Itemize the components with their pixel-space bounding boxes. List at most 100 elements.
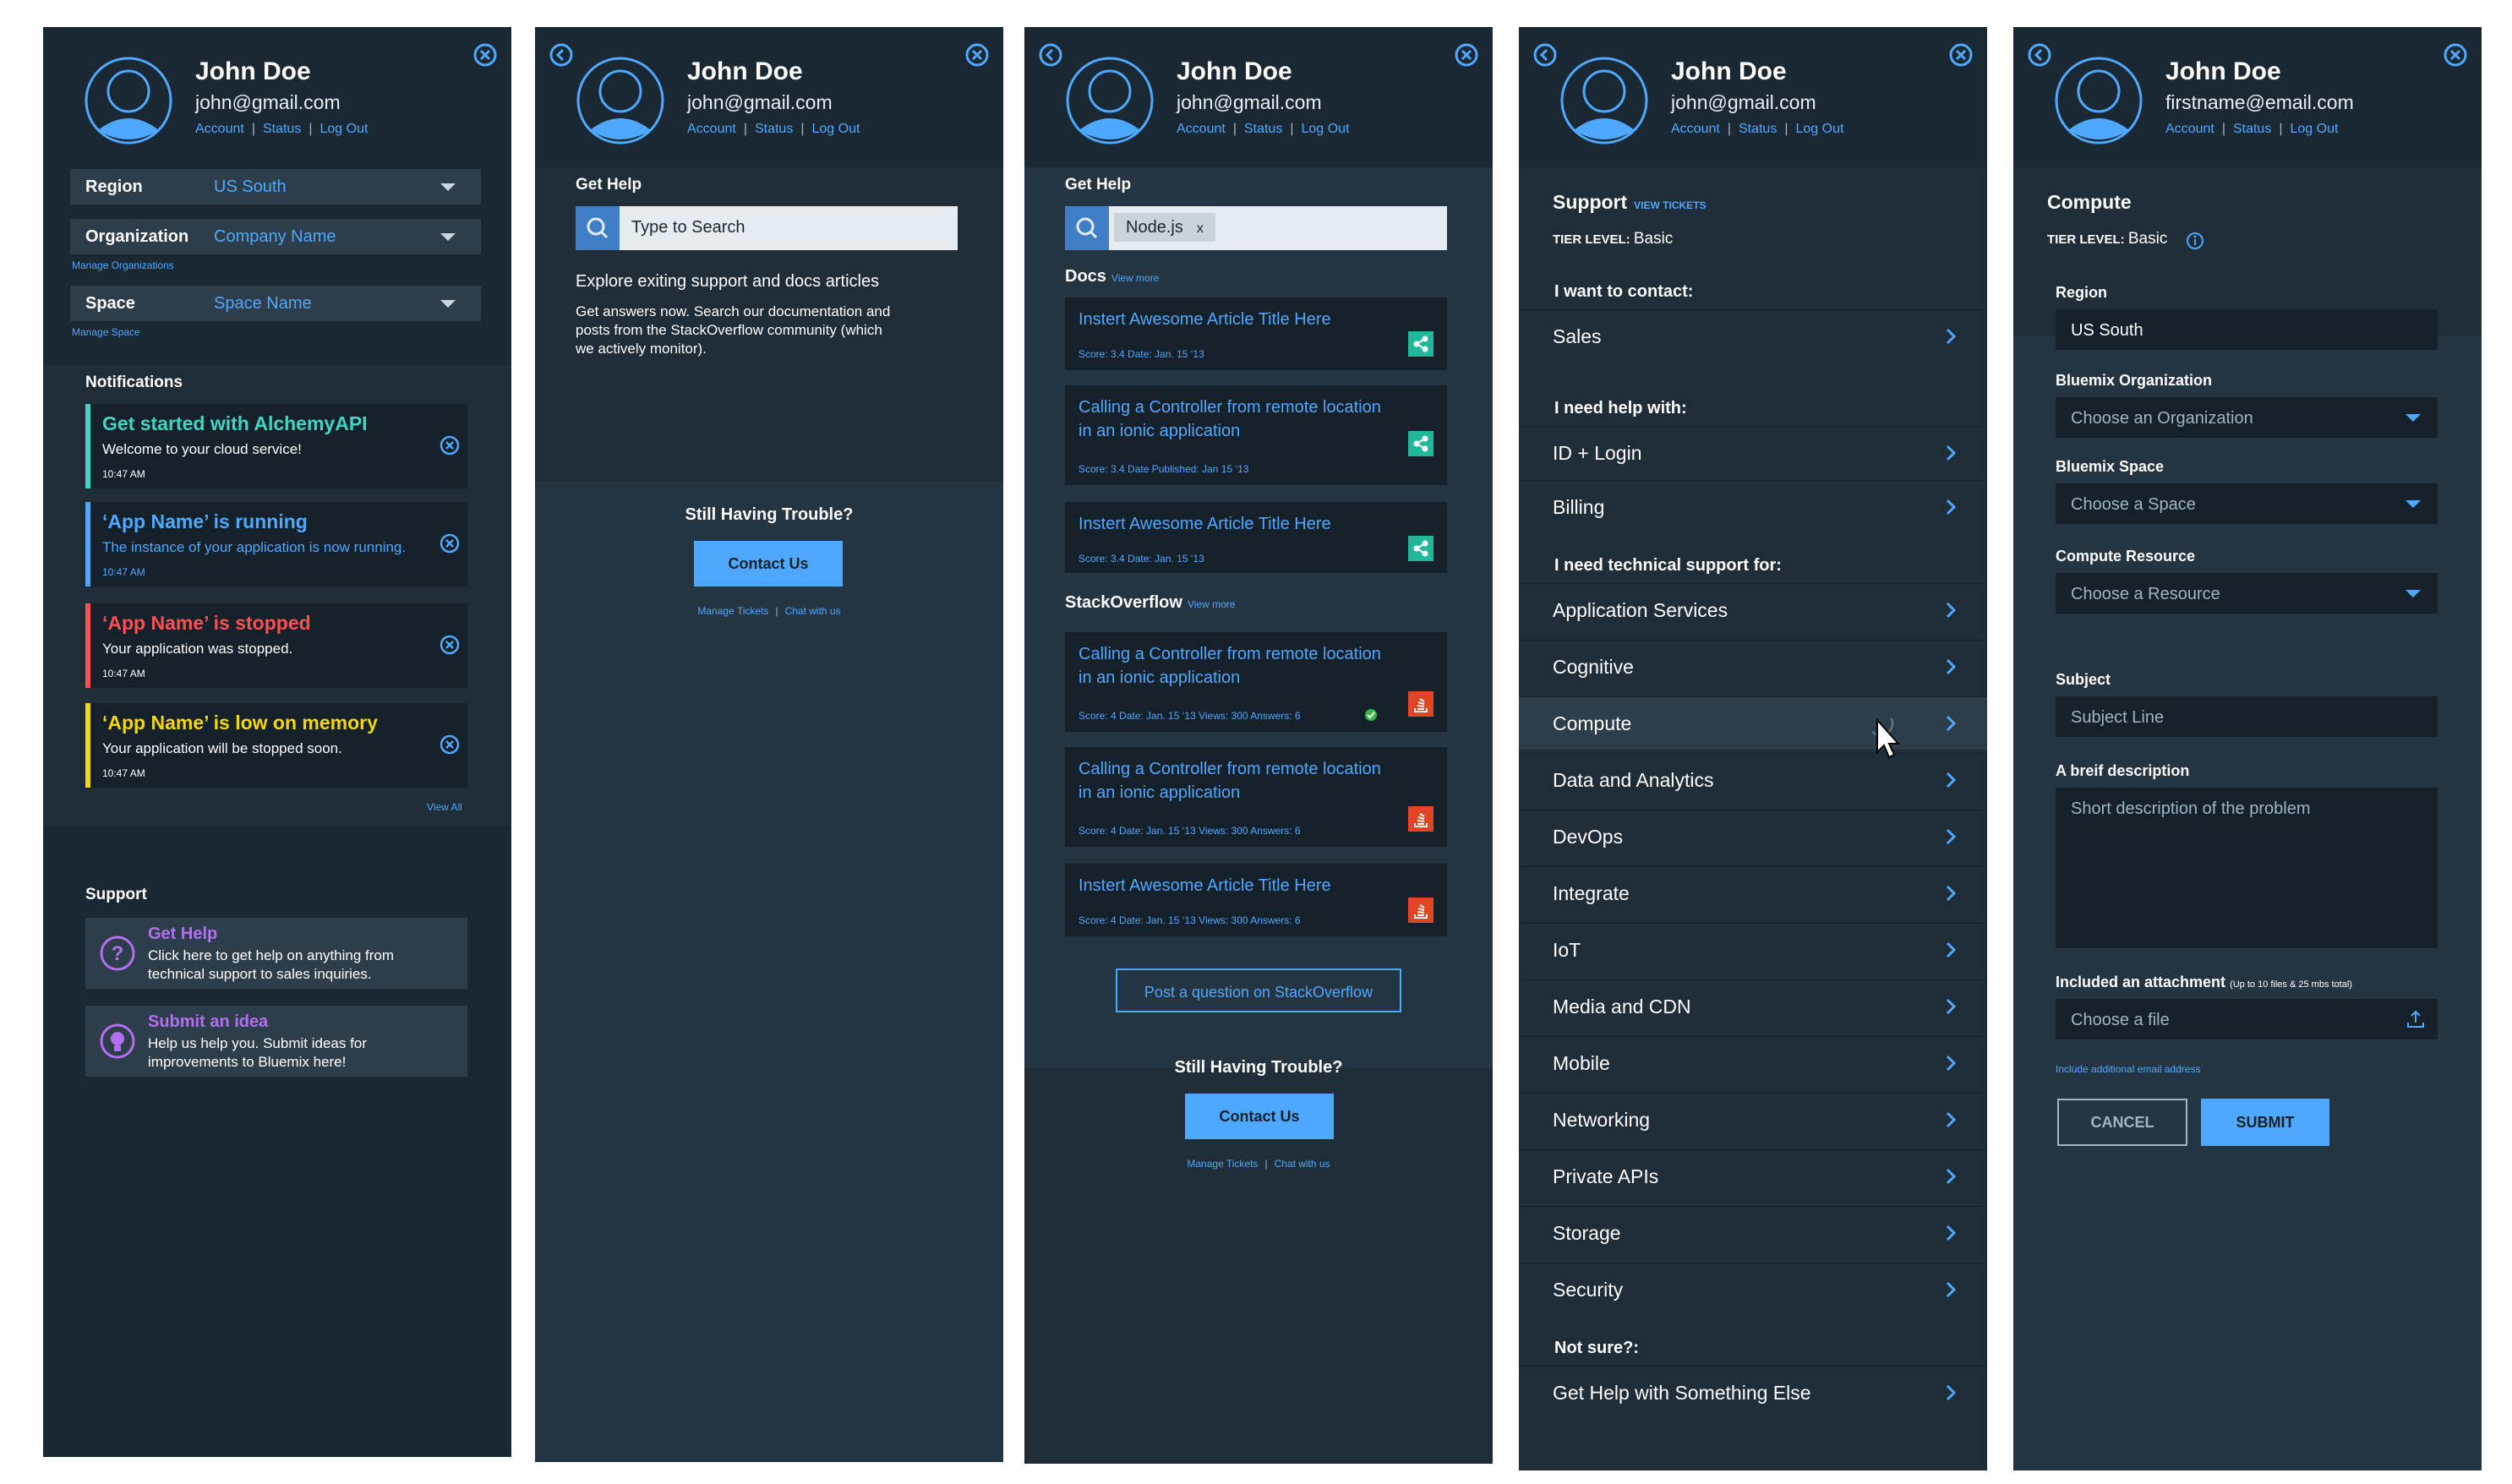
close-icon[interactable] — [2443, 42, 2468, 68]
manage-space-link[interactable]: Manage Space — [72, 326, 140, 338]
status-link[interactable]: Status — [1244, 122, 1282, 136]
share-icon[interactable] — [1408, 536, 1433, 561]
list-item-sales[interactable]: Sales — [1519, 309, 1987, 363]
close-icon[interactable] — [472, 42, 498, 68]
contact-us-button[interactable]: Contact Us — [694, 541, 843, 587]
logout-link[interactable]: Log Out — [811, 122, 860, 136]
so-view-more-link[interactable]: View more — [1188, 598, 1235, 610]
space-select[interactable]: Choose a Space — [2056, 483, 2438, 524]
dismiss-icon[interactable] — [439, 532, 461, 554]
status-link[interactable]: Status — [2233, 122, 2271, 136]
back-icon[interactable] — [549, 42, 574, 68]
list-item-data-and-analytics[interactable]: Data and Analytics — [1519, 753, 1987, 806]
notification-card[interactable]: ‘App Name’ is low on memory Your applica… — [85, 703, 467, 788]
back-icon[interactable] — [1532, 42, 1558, 68]
org-select[interactable]: Choose an Organization — [2056, 397, 2438, 438]
file-input[interactable]: Choose a file — [2056, 999, 2438, 1039]
close-icon[interactable] — [1948, 42, 1974, 68]
account-link[interactable]: Account — [195, 122, 244, 136]
list-item-networking[interactable]: Networking — [1519, 1093, 1987, 1146]
stackoverflow-icon[interactable] — [1408, 897, 1433, 923]
filter-chip[interactable]: Node.js x — [1114, 213, 1215, 242]
region-select[interactable]: Region US South — [70, 169, 481, 205]
close-icon[interactable] — [964, 42, 990, 68]
description-textarea[interactable]: Short description of the problem — [2056, 788, 2438, 948]
info-icon[interactable] — [2186, 232, 2204, 250]
list-item-mobile[interactable]: Mobile — [1519, 1036, 1987, 1089]
upload-icon[interactable] — [2406, 1009, 2426, 1029]
support-panel: John Doe john@gmail.com Account | Status | L… — [1519, 27, 1987, 1470]
notification-card[interactable]: ‘App Name’ is running The instance of yo… — [85, 502, 467, 587]
list-item-compute[interactable]: Compute — [1519, 696, 1987, 750]
manage-tickets-link[interactable]: Manage Tickets — [1187, 1158, 1258, 1170]
dismiss-icon[interactable] — [439, 734, 461, 756]
list-item-security[interactable]: Security — [1519, 1263, 1987, 1316]
logout-link[interactable]: Log Out — [1301, 122, 1349, 136]
search-input[interactable]: Type to Search — [576, 206, 958, 250]
manage-organizations-link[interactable]: Manage Organizations — [72, 259, 174, 271]
chip-remove-icon[interactable]: x — [1197, 221, 1204, 236]
cancel-button[interactable]: CANCEL — [2057, 1099, 2187, 1146]
include-email-link[interactable]: Include additional email address — [2056, 1063, 2200, 1075]
list-item-id-login[interactable]: ID + Login — [1519, 426, 1987, 479]
stackoverflow-icon[interactable] — [1408, 691, 1433, 717]
submit-idea-card[interactable]: Submit an idea Help us help you. Submit … — [85, 1006, 467, 1077]
back-icon[interactable] — [1038, 42, 1063, 68]
region-field[interactable]: US South — [2056, 309, 2438, 350]
submit-button[interactable]: SUBMIT — [2201, 1099, 2329, 1146]
resource-select[interactable]: Choose a Resource — [2056, 573, 2438, 614]
tier-level: TIER LEVEL: Basic — [2047, 230, 2168, 248]
dismiss-icon[interactable] — [439, 434, 461, 456]
logout-link[interactable]: Log Out — [319, 122, 368, 136]
list-item-iot[interactable]: IoT — [1519, 923, 1987, 976]
get-help-card[interactable]: ? Get Help Click here to get help on any… — [85, 918, 467, 989]
view-all-link[interactable]: View All — [427, 801, 462, 813]
list-item-integrate[interactable]: Integrate — [1519, 866, 1987, 919]
view-tickets-link[interactable]: VIEW TICKETS — [1634, 199, 1706, 211]
search-input[interactable]: Node.js x — [1065, 206, 1447, 250]
space-select[interactable]: Space Space Name — [70, 286, 481, 321]
logout-link[interactable]: Log Out — [2290, 122, 2338, 136]
account-link[interactable]: Account — [687, 122, 736, 136]
logout-link[interactable]: Log Out — [1795, 122, 1843, 136]
share-icon[interactable] — [1408, 331, 1433, 357]
subject-input[interactable]: Subject Line — [2056, 696, 2438, 737]
status-link[interactable]: Status — [263, 122, 301, 136]
dismiss-icon[interactable] — [439, 634, 461, 656]
chevron-right-icon — [1946, 658, 1957, 675]
list-item-devops[interactable]: DevOps — [1519, 810, 1987, 863]
list-item-cognitive[interactable]: Cognitive — [1519, 640, 1987, 693]
stackoverflow-icon[interactable] — [1408, 806, 1433, 832]
account-link[interactable]: Account — [1671, 122, 1720, 136]
so-item[interactable]: Calling a Controller from remote locatio… — [1065, 747, 1447, 847]
notification-card[interactable]: ‘App Name’ is stopped Your application w… — [85, 603, 467, 688]
so-item[interactable]: Instert Awesome Article Title Here Score… — [1065, 864, 1447, 936]
organization-select[interactable]: Organization Company Name — [70, 219, 481, 254]
list-item-something-else[interactable]: Get Help with Something Else — [1519, 1366, 1987, 1419]
status-link[interactable]: Status — [1739, 122, 1777, 136]
chat-link[interactable]: Chat with us — [785, 605, 841, 617]
account-link[interactable]: Account — [2165, 122, 2214, 136]
list-item-billing[interactable]: Billing — [1519, 480, 1987, 533]
chat-link[interactable]: Chat with us — [1275, 1158, 1330, 1170]
so-item[interactable]: Calling a Controller from remote locatio… — [1065, 632, 1447, 732]
doc-item[interactable]: Calling a Controller from remote locatio… — [1065, 385, 1447, 485]
share-icon[interactable] — [1408, 431, 1433, 456]
list-item-private-apis[interactable]: Private APIs — [1519, 1149, 1987, 1203]
status-link[interactable]: Status — [755, 122, 793, 136]
chevron-right-icon — [1946, 1384, 1957, 1401]
search-placeholder: Type to Search — [631, 218, 745, 237]
contact-us-button[interactable]: Contact Us — [1185, 1094, 1334, 1139]
doc-item[interactable]: Instert Awesome Article Title Here Score… — [1065, 502, 1447, 573]
notification-card[interactable]: Get started with AlchemyAPI Welcome to y… — [85, 404, 467, 488]
list-item-storage[interactable]: Storage — [1519, 1206, 1987, 1259]
doc-item[interactable]: Instert Awesome Article Title Here Score… — [1065, 297, 1447, 370]
list-item-media-and-cdn[interactable]: Media and CDN — [1519, 979, 1987, 1033]
account-link[interactable]: Account — [1177, 122, 1226, 136]
manage-tickets-link[interactable]: Manage Tickets — [697, 605, 768, 617]
back-icon[interactable] — [2027, 42, 2052, 68]
post-question-button[interactable]: Post a question on StackOverflow — [1116, 968, 1401, 1012]
list-item-application-services[interactable]: Application Services — [1519, 583, 1987, 636]
close-icon[interactable] — [1454, 42, 1479, 68]
docs-view-more-link[interactable]: View more — [1111, 272, 1159, 284]
